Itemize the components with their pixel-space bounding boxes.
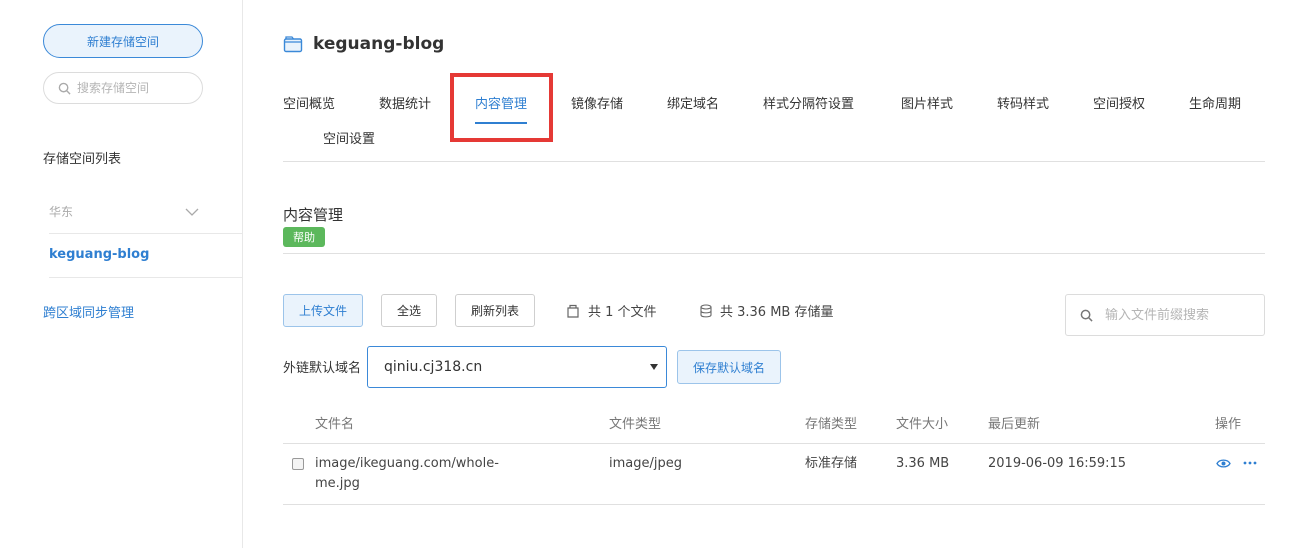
search-icon [58,82,71,95]
file-count-text: 共 1 个文件 [588,305,657,320]
page-title: keguang-blog [283,34,444,54]
tab-image-style[interactable]: 图片样式 [901,93,953,112]
file-type-cell: image/jpeg [609,456,682,471]
last-updated-cell: 2019-06-09 16:59:15 [988,456,1127,471]
storage-usage-text: 共 3.36 MB 存储量 [720,305,834,320]
tab-style-separator[interactable]: 样式分隔符设置 [763,93,854,112]
row-checkbox[interactable] [292,458,304,470]
bucket-title: keguang-blog [313,34,445,54]
file-prefix-search-input[interactable] [1105,307,1255,323]
help-badge[interactable]: 帮助 [283,227,325,247]
save-default-domain-button[interactable]: 保存默认域名 [677,350,781,384]
file-count: 共 1 个文件 [566,301,657,320]
refresh-list-button[interactable]: 刷新列表 [455,294,535,327]
column-header-filetype: 文件类型 [609,417,662,432]
storage-type-cell: 标准存储 [805,456,858,471]
default-domain-value: qiniu.cj318.cn [384,359,483,375]
bucket-search-input[interactable] [77,81,192,95]
more-icon[interactable] [1243,461,1257,465]
file-name-line: image/ikeguang.com/whole- [315,456,499,471]
tab-bind-domain[interactable]: 绑定域名 [667,93,719,112]
file-name-line: me.jpg [315,476,360,491]
chevron-down-icon [185,208,199,216]
cross-region-sync-link[interactable]: 跨区域同步管理 [43,302,134,321]
column-header-operations: 操作 [1215,417,1242,432]
section-title: 内容管理 [283,206,344,224]
bucket-search-box[interactable] [43,72,203,104]
default-domain-select[interactable]: qiniu.cj318.cn [367,346,667,388]
column-header-filename: 文件名 [315,417,355,432]
sidebar: 新建存储空间 存储空间列表 华东 keguang-blog 跨区域同步管理 [0,0,243,548]
bucket-icon [283,36,303,53]
new-bucket-button[interactable]: 新建存储空间 [43,24,203,58]
tab-space-settings[interactable]: 空间设置 [323,128,375,147]
bucket-list-heading: 存储空间列表 [43,152,122,167]
default-domain-label: 外链默认域名 [283,361,362,376]
divider [49,277,243,278]
tab-overview[interactable]: 空间概览 [283,93,335,112]
tab-statistics[interactable]: 数据统计 [379,93,431,112]
tab-content-management[interactable]: 内容管理 [475,93,528,124]
sidebar-item-bucket[interactable]: keguang-blog [49,247,149,262]
region-selector[interactable]: 华东 [49,203,199,220]
eye-icon[interactable] [1216,458,1231,469]
column-header-storage-type: 存储类型 [805,417,858,432]
file-search-box[interactable] [1065,294,1265,336]
column-header-filesize: 文件大小 [896,417,949,432]
region-label: 华东 [49,205,74,219]
section-divider [283,253,1265,254]
column-header-last-updated: 最后更新 [988,417,1041,432]
tab-space-auth[interactable]: 空间授权 [1093,93,1145,112]
storage-usage: 共 3.36 MB 存储量 [700,301,833,320]
file-name-cell[interactable]: image/ikeguang.com/whole- me.jpg [315,454,499,494]
table-row-divider [283,504,1265,505]
tab-lifecycle[interactable]: 生命周期 [1189,93,1241,112]
file-icon [567,304,579,318]
tab-mirror-storage[interactable]: 镜像存储 [571,93,623,112]
tabs-divider [283,161,1265,162]
search-icon [1080,309,1093,322]
upload-file-button[interactable]: 上传文件 [283,294,363,327]
caret-down-icon [650,364,658,370]
file-size-cell: 3.36 MB [896,456,950,471]
divider [49,233,243,234]
select-all-button[interactable]: 全选 [381,294,437,327]
database-icon [700,303,712,317]
table-header-divider [283,443,1265,444]
tab-transcode-style[interactable]: 转码样式 [997,93,1049,112]
